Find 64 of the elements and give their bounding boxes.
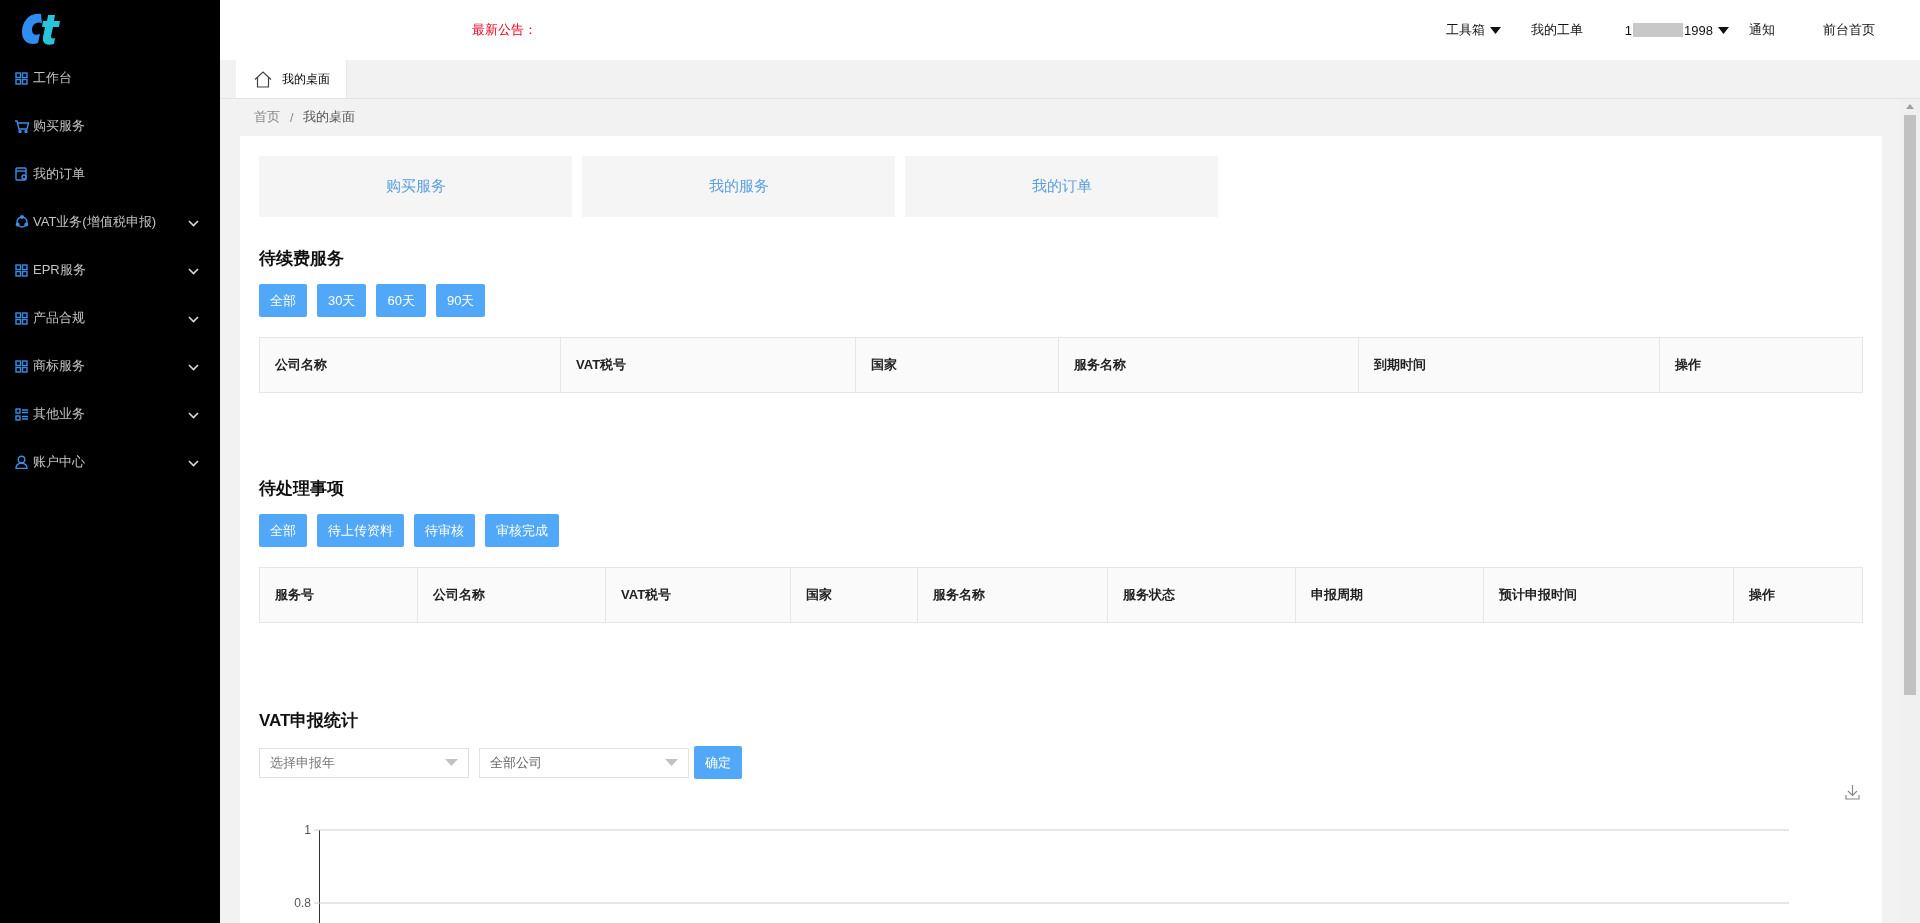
column-header: 公司名称 [259,337,561,393]
grid-icon [15,71,28,85]
company-select[interactable]: 全部公司 [479,747,689,778]
sidebar-item[interactable]: 账户中心 [0,438,220,486]
notice-label: 最新公告： [472,21,537,39]
column-header: 服务名称 [1058,337,1359,393]
sidebar-item[interactable]: 商标服务 [0,342,220,390]
redaction-block [1633,23,1684,37]
column-header: 操作 [1733,567,1863,623]
y-tick-label: 0.8 [294,896,311,910]
column-header: VAT税号 [605,567,791,623]
column-header: 服务状态 [1107,567,1296,623]
sidebar-item[interactable]: 工作台 [0,54,220,102]
dropdown-arrow-icon [665,759,678,766]
chevron-down-icon [188,459,199,467]
tab[interactable]: 我的桌面 [236,60,347,98]
grid-icon [15,263,28,277]
user-menu[interactable]: 1 1998 [1624,22,1729,38]
sidebar-item[interactable]: VAT业务(增值税申报) [0,198,220,246]
download-icon[interactable] [1845,784,1860,800]
column-header: 国家 [790,567,918,623]
section-title: VAT申报统计 [259,710,360,732]
cycle-icon [15,215,29,229]
toolbox-dropdown[interactable]: 工具箱 [1445,21,1501,39]
column-header: VAT税号 [560,337,856,393]
scroll-up-icon[interactable] [1906,104,1914,109]
column-header: 服务号 [259,567,418,623]
breadcrumb-current: 我的桌面 [303,109,356,126]
caret-down-icon [1718,26,1729,34]
home-icon [254,70,272,88]
caret-down-icon [1489,26,1501,34]
sidebar-item[interactable]: 产品合规 [0,294,220,342]
column-header: 国家 [855,337,1059,393]
list-icon [15,407,28,421]
chevron-down-icon [188,315,199,323]
sidebar-item[interactable]: EPR服务 [0,246,220,294]
column-header: 预计申报时间 [1483,567,1734,623]
section-title: 待续费服务 [259,248,345,270]
sidebar-item[interactable]: 其他业务 [0,390,220,438]
column-header: 公司名称 [417,567,606,623]
year-select[interactable]: 选择申报年 [259,747,469,778]
nav-link[interactable]: 前台首页 [1823,21,1875,39]
section-title: 待处理事项 [259,478,345,500]
sidebar-item[interactable]: 购买服务 [0,102,220,150]
breadcrumb-separator: / [290,110,294,125]
cart-icon [15,119,29,133]
column-header: 申报周期 [1295,567,1484,623]
scrollbar-thumb[interactable] [1904,115,1916,695]
chevron-down-icon [188,219,199,227]
chevron-down-icon [188,411,199,419]
grid-icon [15,311,28,325]
sidebar-item[interactable]: 我的订单 [0,150,220,198]
y-tick-label: 1 [304,823,311,837]
document-icon [15,167,28,181]
nav-link[interactable]: 我的工单 [1530,21,1583,39]
dropdown-arrow-icon [445,759,458,766]
grid-icon [15,359,28,373]
chevron-down-icon [188,363,199,371]
column-header: 到期时间 [1358,337,1660,393]
nav-link[interactable]: 通知 [1749,21,1775,39]
column-header: 操作 [1659,337,1863,393]
column-header: 服务名称 [917,567,1108,623]
user-icon [15,455,28,469]
chevron-down-icon [188,267,199,275]
